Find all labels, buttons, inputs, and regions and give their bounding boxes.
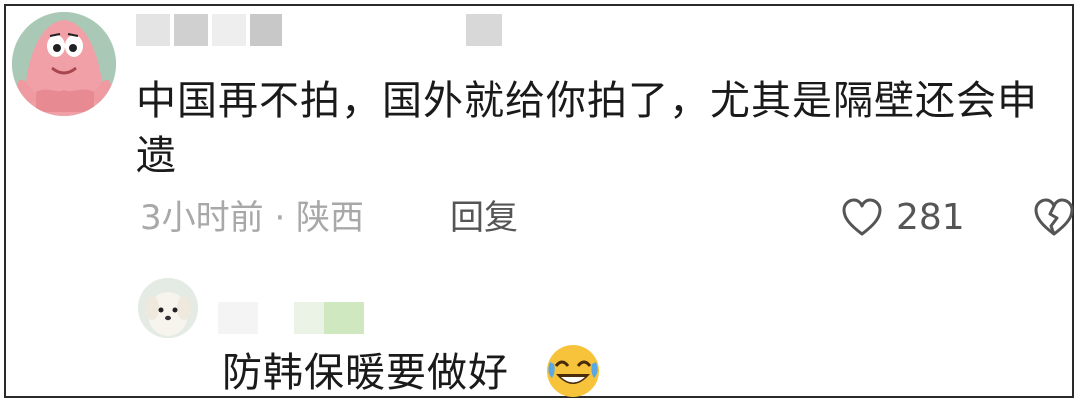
reply-body: 防韩保暖要做好 [222, 350, 509, 396]
heart-icon [842, 198, 882, 236]
laughing-emoji-icon [547, 345, 599, 397]
broken-heart-icon[interactable] [1032, 196, 1076, 240]
commenter-avatar[interactable] [12, 12, 116, 116]
commenter-badge-blurred [466, 14, 506, 46]
comment-body: 中国再不拍，国外就给你拍了，尤其是隔壁还会申遗 [136, 78, 1038, 179]
replier-avatar[interactable] [138, 278, 198, 338]
comment-card: 中国再不拍，国外就给你拍了，尤其是隔壁还会申遗 3小时前 · 陕西 回复 281… [4, 4, 1074, 398]
replier-username-blurred [218, 302, 368, 334]
comment-meta: 3小时前 · 陕西 [140, 198, 365, 238]
reply-button[interactable]: 回复 [450, 196, 518, 240]
like-count: 281 [896, 197, 965, 238]
like-button[interactable]: 281 [840, 194, 965, 242]
commenter-username-blurred [136, 14, 286, 46]
